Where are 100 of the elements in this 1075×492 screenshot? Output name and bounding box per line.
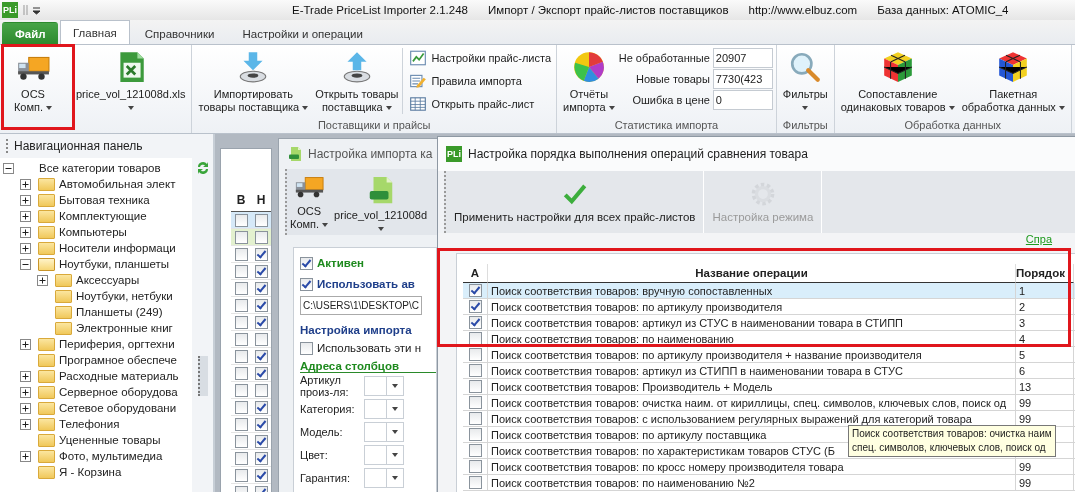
- expand-toggle[interactable]: [20, 370, 31, 382]
- checkbox[interactable]: [254, 298, 268, 312]
- checkbox[interactable]: [234, 264, 248, 278]
- dropdown-field[interactable]: [364, 445, 404, 465]
- checkbox[interactable]: [234, 298, 248, 312]
- grid-row[interactable]: [231, 297, 271, 314]
- dropdown-field[interactable]: [364, 399, 404, 419]
- tree-item[interactable]: Фото, мультимедиа: [59, 450, 163, 462]
- expand-toggle[interactable]: [20, 418, 31, 430]
- ribbon-button[interactable]: Открыть товары поставщика: [312, 48, 402, 116]
- dropdown-field[interactable]: [364, 468, 404, 488]
- checkbox[interactable]: [468, 348, 482, 361]
- tree-item[interactable]: Компьютеры: [59, 226, 127, 238]
- table-row[interactable]: Поиск соответствия товаров: артикул из СТИПП в наименовании товара в СТУС 6: [463, 363, 1075, 379]
- checkbox[interactable]: [468, 284, 482, 297]
- checkbox[interactable]: [234, 434, 248, 448]
- checkbox[interactable]: [254, 434, 268, 448]
- checkbox[interactable]: [234, 213, 248, 227]
- path-field[interactable]: C:\USERS\1\DESKTOP\C: [300, 296, 422, 315]
- expand-toggle[interactable]: [20, 338, 31, 350]
- table-row[interactable]: Поиск соответствия товаров: артикул из СТУС в наименовании товара в СТИПП 3: [463, 315, 1075, 331]
- grid-row[interactable]: [231, 263, 271, 280]
- ribbon-small-button[interactable]: Правила импорта: [409, 71, 551, 91]
- ribbon-tab[interactable]: Настройки и операции: [229, 22, 376, 44]
- grid-row[interactable]: [231, 399, 271, 416]
- expand-toggle[interactable]: [20, 194, 31, 206]
- expand-toggle[interactable]: [20, 386, 31, 398]
- checkbox[interactable]: [254, 451, 268, 465]
- checkbox[interactable]: [254, 400, 268, 414]
- expand-toggle[interactable]: [20, 402, 31, 414]
- tree-item[interactable]: Носители информаци: [59, 242, 176, 254]
- checkbox[interactable]: [234, 332, 248, 346]
- checkbox[interactable]: [300, 341, 313, 355]
- quick-access-icon[interactable]: [22, 4, 42, 16]
- grid-row[interactable]: [231, 450, 271, 467]
- ribbon-button[interactable]: Отчёты импорта: [560, 48, 618, 116]
- ribbon-small-button[interactable]: Настройки прайс-листа: [409, 48, 551, 68]
- checkbox[interactable]: [254, 281, 268, 295]
- ribbon-button[interactable]: Сопоставление одинаковых товаров: [837, 48, 958, 116]
- checkbox[interactable]: [468, 444, 482, 457]
- ribbon-button[interactable]: Фильтры: [779, 48, 831, 112]
- checkbox[interactable]: [234, 383, 248, 397]
- tree-item[interactable]: Электронные книг: [76, 322, 173, 334]
- tree-item[interactable]: Сетевое оборудовани: [59, 402, 177, 414]
- expand-toggle[interactable]: [20, 210, 31, 222]
- checkbox[interactable]: [234, 349, 248, 363]
- ribbon-tab[interactable]: Справочники: [131, 22, 228, 44]
- ribbon-button[interactable]: Импортировать товары поставщика: [195, 48, 312, 116]
- checkbox[interactable]: [468, 428, 482, 441]
- checkbox[interactable]: [234, 281, 248, 295]
- ribbon-button[interactable]: Пакетная обработка данных: [958, 48, 1068, 116]
- table-row[interactable]: Поиск соответствия товаров: по артикулу производителя + название производителя 5: [463, 347, 1075, 363]
- checkbox[interactable]: [468, 300, 482, 313]
- expand-toggle[interactable]: [20, 242, 31, 254]
- toolbar-button[interactable]: OCS Комп.: [287, 169, 332, 233]
- grid-row[interactable]: [231, 348, 271, 365]
- checkbox[interactable]: [254, 383, 268, 397]
- checkbox[interactable]: [300, 256, 313, 270]
- checkbox[interactable]: [234, 366, 248, 380]
- table-row[interactable]: Поиск соответствия товаров: вручную сопоставленных 1: [463, 283, 1075, 299]
- tree-item[interactable]: Ноутбуки, планшеты: [59, 258, 169, 270]
- table-row[interactable]: Поиск соответствия товаров: по наименованию 4: [463, 331, 1075, 347]
- checkbox[interactable]: [234, 400, 248, 414]
- table-row[interactable]: Поиск соответствия товаров: по наименованию №2 99: [463, 475, 1075, 491]
- checkbox[interactable]: [234, 417, 248, 431]
- grid-row[interactable]: [231, 212, 271, 229]
- checkbox[interactable]: [234, 468, 248, 482]
- toolbar-button[interactable]: price_vol_121008d: [331, 173, 431, 233]
- checkbox[interactable]: [254, 366, 268, 380]
- tree-item[interactable]: Уцененные товары: [59, 434, 161, 446]
- table-row[interactable]: Поиск соответствия товаров: по кросс номеру производителя товара 99: [463, 459, 1075, 475]
- grid-row[interactable]: [231, 365, 271, 382]
- tree-item[interactable]: Периферия, оргтехни: [59, 338, 175, 350]
- expand-toggle[interactable]: [20, 450, 31, 462]
- tree-item[interactable]: Автомобильная элект: [59, 178, 176, 190]
- tree-item[interactable]: Бытовая техника: [59, 194, 150, 206]
- grid-row[interactable]: [231, 467, 271, 484]
- checkbox[interactable]: [254, 264, 268, 278]
- checkbox[interactable]: [254, 417, 268, 431]
- tree-item[interactable]: Серверное оборудова: [59, 386, 178, 398]
- table-row[interactable]: Поиск соответствия товаров: очистка наим. от кириллицы, спец. символов, ключевых слов, поиск од 99: [463, 395, 1075, 411]
- grid-row[interactable]: [231, 416, 271, 433]
- tree-item[interactable]: Комплектующие: [59, 210, 147, 222]
- checkbox[interactable]: [468, 396, 482, 409]
- checkbox[interactable]: [254, 332, 268, 346]
- grid-row[interactable]: [231, 246, 271, 263]
- tree-item[interactable]: Все категории товаров: [39, 162, 161, 174]
- tree-item[interactable]: Ноутбуки, нетбуки: [76, 290, 173, 302]
- checkbox[interactable]: [468, 476, 482, 489]
- checkbox[interactable]: [300, 277, 313, 291]
- grid-row[interactable]: [231, 280, 271, 297]
- checkbox[interactable]: [468, 460, 482, 473]
- tree-item[interactable]: Расходные материаль: [59, 370, 179, 382]
- checkbox[interactable]: [234, 230, 248, 244]
- checkbox[interactable]: [254, 230, 268, 244]
- splitter-handle[interactable]: [197, 356, 208, 396]
- ribbon-tab[interactable]: Главная: [60, 20, 130, 44]
- checkbox[interactable]: [468, 412, 482, 425]
- checkbox[interactable]: [234, 247, 248, 261]
- grid-row[interactable]: [231, 433, 271, 450]
